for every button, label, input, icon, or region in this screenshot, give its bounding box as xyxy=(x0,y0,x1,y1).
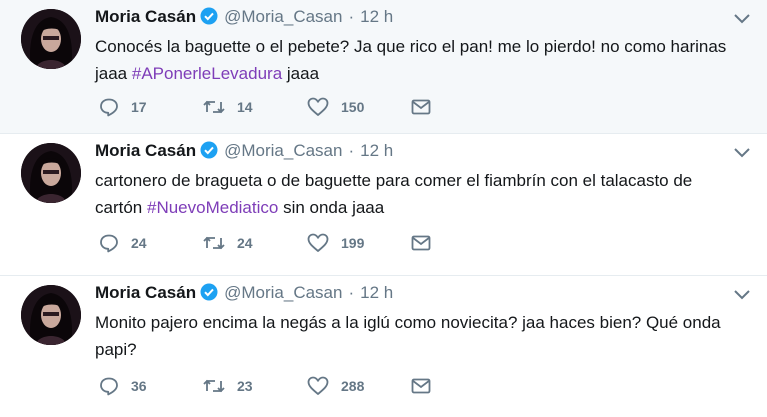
retweet-button[interactable]: 14 xyxy=(203,96,253,118)
retweet-icon xyxy=(203,233,225,253)
direct-message-button[interactable] xyxy=(411,232,431,254)
tweet-text: cartonero de bragueta o de baguette para… xyxy=(95,167,735,221)
reply-button[interactable]: 24 xyxy=(99,232,147,254)
hashtag-link[interactable]: #NuevoMediatico xyxy=(147,198,278,217)
reply-icon xyxy=(99,97,119,117)
direct-message-icon xyxy=(411,234,431,252)
verified-badge-icon xyxy=(200,141,218,164)
retweet-count: 23 xyxy=(237,378,253,394)
heart-icon xyxy=(307,97,329,117)
hashtag-link[interactable]: #APonerleLevadura xyxy=(132,64,282,83)
tweet[interactable]: Moria Casán @Moria_Casan · 12 h Conocés la … xyxy=(0,0,767,134)
heart-icon xyxy=(307,376,329,396)
author-name[interactable]: Moria Casán xyxy=(95,283,196,302)
tweet-text: Conocés la baguette o el pebete? Ja que … xyxy=(95,33,735,87)
tweet-text: Monito pajero encima la negás a la iglú … xyxy=(95,309,735,363)
direct-message-icon xyxy=(411,98,431,116)
reply-button[interactable]: 17 xyxy=(99,96,147,118)
direct-message-icon xyxy=(411,377,431,395)
retweet-count: 14 xyxy=(237,99,253,115)
reply-count: 17 xyxy=(131,99,147,115)
retweet-icon xyxy=(203,376,225,396)
tweet-timestamp[interactable]: 12 h xyxy=(360,283,393,302)
chevron-down-icon[interactable] xyxy=(733,12,751,24)
direct-message-button[interactable] xyxy=(411,375,431,397)
reply-icon xyxy=(99,233,119,253)
retweet-icon xyxy=(203,97,225,117)
like-count: 288 xyxy=(341,378,365,394)
tweet-header: Moria Casán @Moria_Casan · 12 h xyxy=(95,283,393,306)
retweet-button[interactable]: 23 xyxy=(203,375,253,397)
tweet-text-tail: jaaa xyxy=(282,64,320,83)
tweet-timestamp[interactable]: 12 h xyxy=(360,141,393,160)
reply-icon xyxy=(99,376,119,396)
like-button[interactable]: 150 xyxy=(307,96,364,118)
author-handle[interactable]: @Moria_Casan xyxy=(224,283,342,302)
avatar[interactable] xyxy=(21,143,81,203)
direct-message-button[interactable] xyxy=(411,96,431,118)
tweet-text-tail: sin onda jaaa xyxy=(278,198,385,217)
tweet[interactable]: Moria Casán @Moria_Casan · 12 h Monito paje… xyxy=(0,276,767,417)
verified-badge-icon xyxy=(200,7,218,30)
reply-count: 24 xyxy=(131,235,147,251)
avatar[interactable] xyxy=(21,285,81,345)
like-button[interactable]: 199 xyxy=(307,232,364,254)
tweet[interactable]: Moria Casán @Moria_Casan · 12 h cartonero d… xyxy=(0,134,767,276)
author-handle[interactable]: @Moria_Casan xyxy=(224,141,342,160)
heart-icon xyxy=(307,233,329,253)
separator-dot: · xyxy=(348,141,355,160)
retweet-count: 24 xyxy=(237,235,253,251)
chevron-down-icon[interactable] xyxy=(733,288,751,300)
author-handle[interactable]: @Moria_Casan xyxy=(224,7,342,26)
separator-dot: · xyxy=(348,7,355,26)
separator-dot: · xyxy=(348,283,355,302)
author-name[interactable]: Moria Casán xyxy=(95,7,196,26)
like-button[interactable]: 288 xyxy=(307,375,364,397)
retweet-button[interactable]: 24 xyxy=(203,232,253,254)
reply-button[interactable]: 36 xyxy=(99,375,147,397)
chevron-down-icon[interactable] xyxy=(733,146,751,158)
avatar[interactable] xyxy=(21,9,81,69)
author-name[interactable]: Moria Casán xyxy=(95,141,196,160)
tweet-timestamp[interactable]: 12 h xyxy=(360,7,393,26)
tweet-header: Moria Casán @Moria_Casan · 12 h xyxy=(95,141,393,164)
like-count: 199 xyxy=(341,235,365,251)
like-count: 150 xyxy=(341,99,365,115)
verified-badge-icon xyxy=(200,283,218,306)
reply-count: 36 xyxy=(131,378,147,394)
tweet-text-body: Monito pajero encima la negás a la iglú … xyxy=(95,313,721,359)
tweet-header: Moria Casán @Moria_Casan · 12 h xyxy=(95,7,393,30)
